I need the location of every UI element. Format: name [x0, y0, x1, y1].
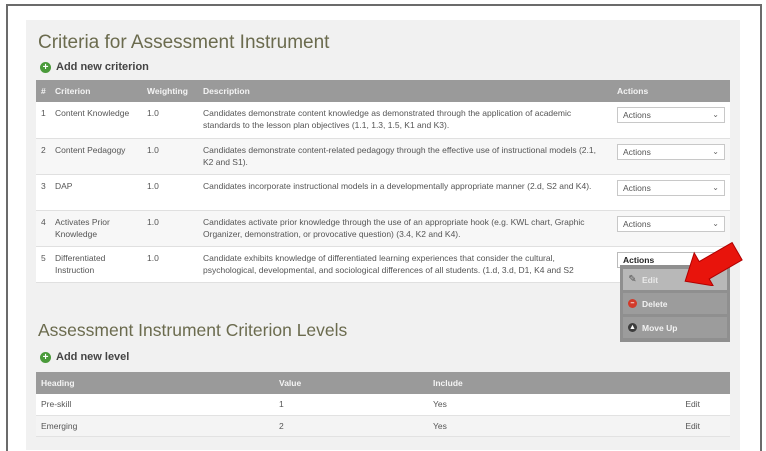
level-heading: Emerging — [36, 415, 274, 437]
col-description: Description — [198, 80, 612, 102]
menu-item-delete-label: Delete — [642, 298, 668, 309]
actions-select-value: Actions — [623, 146, 651, 157]
row-criterion: Content Pedagogy — [50, 138, 142, 175]
row-description: Candidates demonstrate content-related p… — [198, 138, 612, 175]
table-row: 4 Activates Prior Knowledge 1.0 Candidat… — [36, 210, 730, 247]
criteria-table: # Criterion Weighting Description Action… — [36, 80, 730, 283]
pencil-icon: ✎ — [628, 274, 637, 285]
red-arrow-callout-icon — [684, 241, 743, 286]
table-row: 2 Content Pedagogy 1.0 Candidates demons… — [36, 138, 730, 175]
col-weighting: Weighting — [142, 80, 198, 102]
row-weighting: 1.0 — [142, 210, 198, 247]
col-criterion: Criterion — [50, 80, 142, 102]
row-number: 5 — [36, 246, 50, 283]
minus-circle-icon: – — [628, 299, 637, 308]
level-include: Yes — [428, 415, 650, 437]
level-value: 1 — [274, 394, 428, 416]
row-number: 3 — [36, 174, 50, 211]
row-description: Candidates activate prior knowledge thro… — [198, 210, 612, 247]
actions-select-value: Actions — [623, 110, 651, 120]
col-edit — [650, 372, 730, 394]
level-heading: Pre-skill — [36, 394, 274, 416]
add-criterion-label: Add new criterion — [56, 61, 149, 73]
content-panel: Criteria for Assessment Instrument + Add… — [26, 20, 740, 450]
chevron-down-icon: ⌄ — [712, 146, 719, 156]
add-criterion-link[interactable]: + Add new criterion — [40, 61, 149, 73]
level-value: 2 — [274, 415, 428, 437]
actions-select-value: Actions — [623, 254, 655, 265]
criteria-title: Criteria for Assessment Instrument — [38, 32, 330, 53]
row-criterion: Activates Prior Knowledge — [50, 210, 142, 247]
actions-select[interactable]: Actions ⌄ — [617, 107, 725, 123]
actions-select[interactable]: Actions ⌄ — [617, 143, 725, 160]
arrow-up-circle-icon: ▲ — [628, 323, 637, 332]
table-row: Emerging 2 Yes Edit — [36, 415, 730, 437]
col-number: # — [36, 80, 50, 102]
row-number: 1 — [36, 102, 50, 139]
menu-item-move-up[interactable]: ▲ Move Up — [623, 317, 727, 338]
row-description: Candidates incorporate instructional mod… — [198, 174, 612, 211]
col-include: Include — [428, 372, 650, 394]
row-weighting: 1.0 — [142, 174, 198, 211]
add-level-label: Add new level — [56, 351, 130, 363]
table-row: 1 Content Knowledge 1.0 Candidates demon… — [36, 102, 730, 139]
table-row: 3 DAP 1.0 Candidates incorporate instruc… — [36, 174, 730, 211]
chevron-down-icon: ⌄ — [712, 110, 719, 119]
menu-item-move-up-label: Move Up — [642, 322, 678, 333]
col-actions: Actions — [612, 80, 730, 102]
levels-header-row: Heading Value Include — [36, 372, 730, 394]
edit-link[interactable]: Edit — [650, 415, 730, 437]
actions-select[interactable]: Actions ⌄ — [617, 179, 725, 196]
row-criterion: DAP — [50, 174, 142, 211]
menu-item-edit-label: Edit — [642, 274, 659, 285]
row-weighting: 1.0 — [142, 246, 198, 283]
row-description: Candidate exhibits knowledge of differen… — [198, 246, 612, 283]
levels-title: Assessment Instrument Criterion Levels — [38, 320, 348, 340]
plus-circle-icon: + — [40, 61, 51, 73]
plus-circle-icon: + — [40, 351, 51, 363]
edit-link[interactable]: Edit — [650, 394, 730, 416]
actions-select-value: Actions — [623, 218, 651, 229]
criteria-header-row: # Criterion Weighting Description Action… — [36, 80, 730, 102]
row-criterion: Content Knowledge — [50, 102, 142, 139]
table-row: Pre-skill 1 Yes Edit — [36, 394, 730, 416]
levels-table: Heading Value Include Pre-skill 1 Yes Ed… — [36, 372, 730, 437]
row-weighting: 1.0 — [142, 138, 198, 175]
actions-select-value: Actions — [623, 182, 651, 193]
level-include: Yes — [428, 394, 650, 416]
row-weighting: 1.0 — [142, 102, 198, 139]
row-criterion: Differentiated Instruction — [50, 246, 142, 283]
row-number: 4 — [36, 210, 50, 247]
col-heading: Heading — [36, 372, 274, 394]
chevron-down-icon: ⌄ — [712, 182, 719, 192]
col-value: Value — [274, 372, 428, 394]
add-level-link[interactable]: + Add new level — [40, 351, 129, 363]
menu-item-delete[interactable]: – Delete — [623, 293, 727, 314]
row-description: Candidates demonstrate content knowledge… — [198, 102, 612, 139]
row-number: 2 — [36, 138, 50, 175]
